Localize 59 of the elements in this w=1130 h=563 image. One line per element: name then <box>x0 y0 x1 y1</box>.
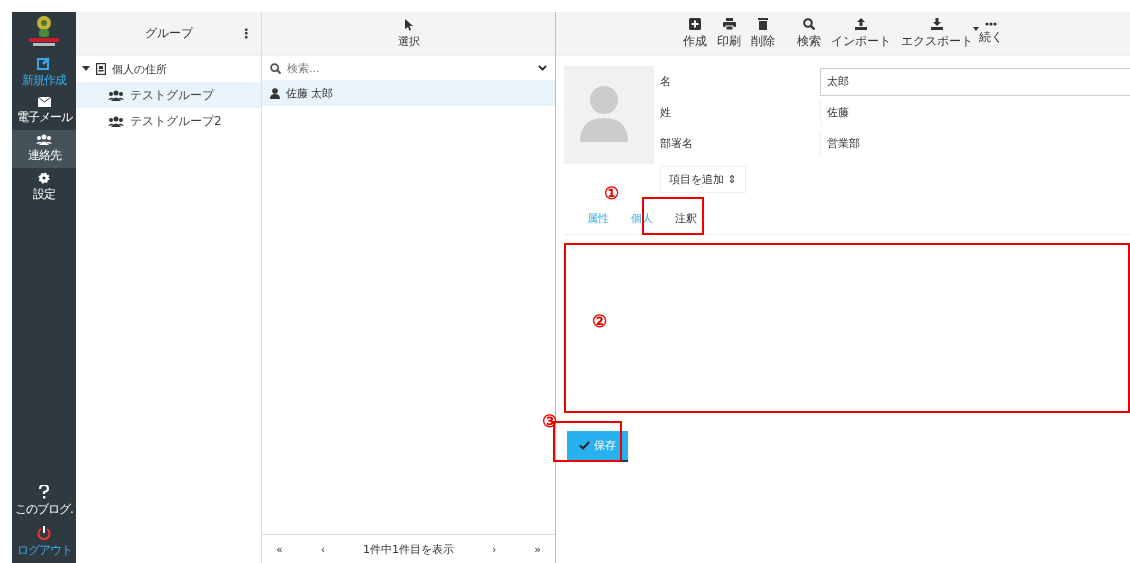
chevron-icon <box>82 66 90 72</box>
toolbar-button[interactable]: 作成 <box>683 17 707 50</box>
panel-title: グループ <box>144 25 193 42</box>
pointer-icon <box>404 18 413 31</box>
edit-icon <box>37 56 51 70</box>
checkmark-icon <box>579 441 590 450</box>
add-field-button[interactable]: 項目を追加 ⇕ <box>660 166 746 193</box>
sidebar-item[interactable]: 電子メール <box>12 93 76 130</box>
plus-square-icon <box>689 17 701 30</box>
more-icon <box>985 21 997 26</box>
toolbar-button[interactable]: 印刷 <box>717 17 741 50</box>
sidebar-item[interactable]: 連絡先 <box>12 130 76 168</box>
tree-item[interactable]: 個人の住所 <box>76 56 261 82</box>
first-page-button[interactable]: « <box>276 542 283 556</box>
gear-icon <box>38 172 50 184</box>
address-book-icon <box>96 63 106 75</box>
toolbar-button[interactable]: 削除 <box>751 17 775 50</box>
upload-icon <box>855 17 867 30</box>
field-input[interactable]: 太郎 <box>820 67 1130 96</box>
trash-icon <box>758 17 768 30</box>
contact-item[interactable]: 佐藤 太郎 <box>262 80 555 106</box>
field-label: 名 <box>659 74 672 89</box>
help-icon <box>39 485 49 499</box>
people-icon <box>36 134 52 145</box>
tab[interactable]: 注釈 <box>664 203 708 234</box>
annotation-number: ② <box>592 313 607 330</box>
field-label: 部署名 <box>659 136 694 151</box>
envelope-icon <box>37 97 51 107</box>
previous-page-button[interactable]: ‹ <box>320 542 326 556</box>
power-icon <box>37 526 51 540</box>
next-page-button[interactable]: › <box>491 542 497 556</box>
printer-icon <box>722 17 736 30</box>
people-icon <box>108 89 124 101</box>
sidebar-item[interactable]: 新規作成 <box>12 52 76 93</box>
logout-button[interactable]: ログアウト <box>12 522 76 563</box>
search-icon <box>270 62 281 74</box>
people-icon <box>108 115 124 127</box>
highlight-box <box>642 197 704 235</box>
toolbar-button[interactable]: エクスポート <box>901 17 973 50</box>
group-item[interactable]: テストグループ2 <box>76 108 261 134</box>
select-button[interactable]: 選択 <box>397 18 420 49</box>
toolbar-button[interactable]: 続く <box>979 21 1003 46</box>
pager-status: 1件中1件目を表示 <box>363 541 454 557</box>
person-icon <box>270 87 280 99</box>
download-icon <box>931 17 943 30</box>
help-button[interactable]: このブログ. <box>12 481 76 522</box>
sidebar-item[interactable]: 設定 <box>12 168 76 207</box>
last-page-button[interactable]: » <box>534 542 541 556</box>
chevron-down-icon <box>538 65 547 71</box>
field-label: 姓 <box>659 105 672 120</box>
toolbar-button[interactable]: インポート <box>831 17 891 50</box>
logo-icon <box>27 14 61 48</box>
annotation-number: ① <box>604 185 619 202</box>
menu-button[interactable]: ⋮ <box>240 26 253 41</box>
group-item[interactable]: テストグループ <box>76 82 261 108</box>
search-icon <box>803 17 815 30</box>
toolbar-button[interactable]: 検索 <box>797 17 821 50</box>
caret-icon <box>973 26 979 31</box>
note-field[interactable] <box>564 243 1130 413</box>
